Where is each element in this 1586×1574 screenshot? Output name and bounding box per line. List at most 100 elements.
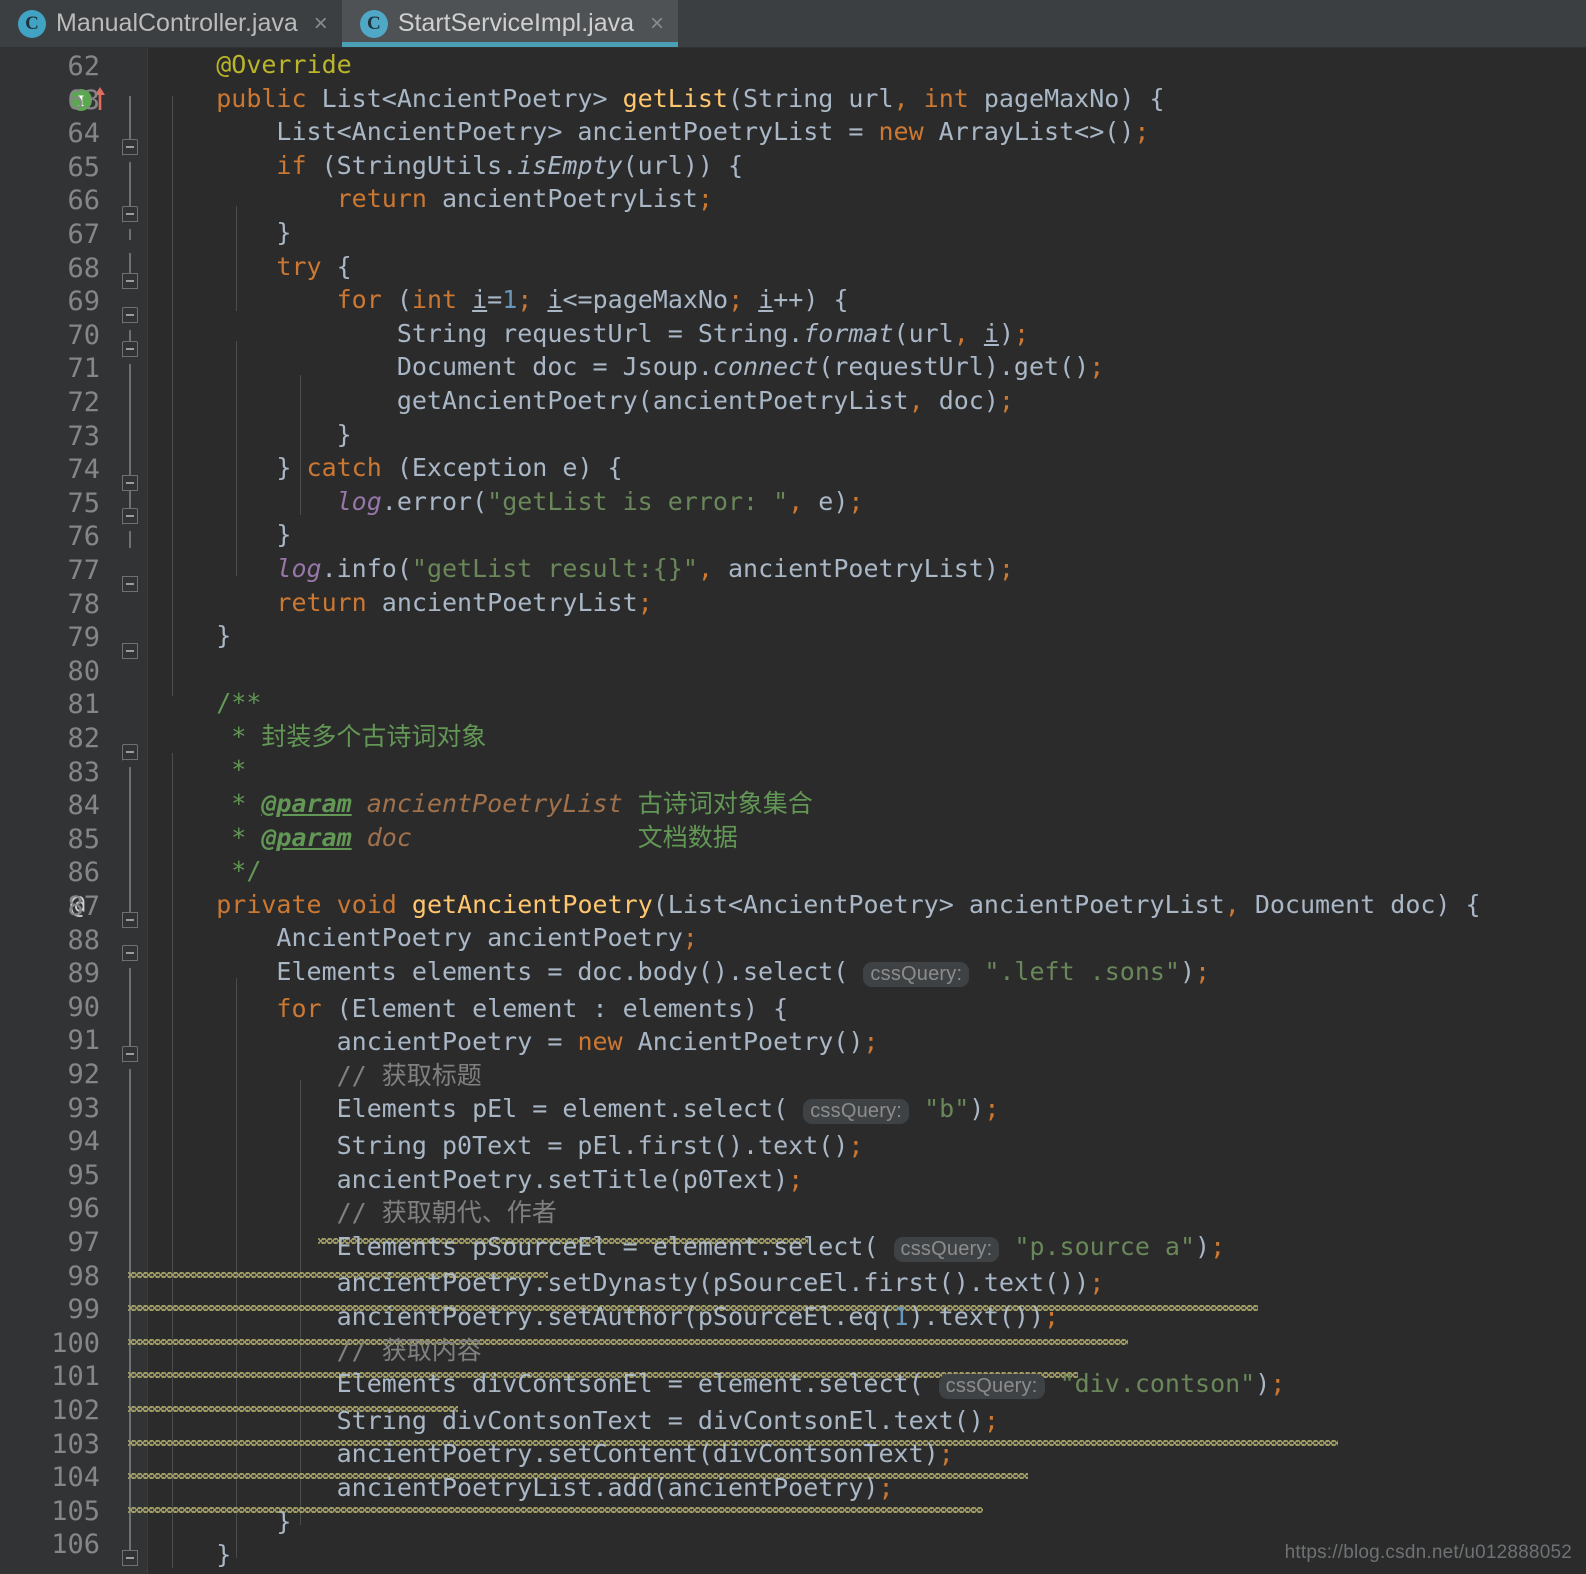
line-number: 77 <box>67 555 100 586</box>
code-line-92: // 获取标题 <box>336 1060 482 1090</box>
inlay-hint-cssquery: cssQuery: <box>863 962 970 988</box>
code-line-94: String p0Text = pEl.first().text(); <box>156 1131 864 1160</box>
code-line-77: log.info("getList result:{}", ancientPoe… <box>276 553 1014 583</box>
line-number: 96 <box>67 1193 100 1225</box>
line-number: 84 <box>67 790 100 822</box>
fold-toggle[interactable] <box>122 945 138 961</box>
code-line-100: // 获取内容 <box>336 1335 482 1365</box>
line-number: 99 <box>67 1294 100 1326</box>
line-number: 102 <box>51 1395 100 1426</box>
line-number: 101 <box>51 1361 100 1393</box>
line-number: 88 <box>67 924 100 956</box>
line-number: 64 <box>67 118 100 150</box>
code-line-84: * @param ancientPoetryList 古诗词对象集合 <box>231 789 813 819</box>
line-number: 87 <box>67 891 100 922</box>
close-icon[interactable]: × <box>650 11 664 36</box>
code-line-78: return ancientPoetryList; <box>276 587 653 617</box>
line-number: 98 <box>67 1260 100 1292</box>
line-number: 86 <box>67 857 100 889</box>
line-number: 100 <box>51 1327 100 1359</box>
code-line-74: } catch (Exception e) { <box>156 453 623 483</box>
fold-toggle[interactable] <box>122 643 138 659</box>
line-number: 74 <box>67 454 100 486</box>
fold-region-line <box>129 753 131 918</box>
code-line-102: String divContsonText = divContsonEl.tex… <box>156 1405 999 1435</box>
line-number: 89 <box>67 958 100 990</box>
line-number: 106 <box>51 1529 100 1561</box>
code-line-71: Document doc = Jsoup.connect(requestUrl)… <box>156 352 1105 382</box>
code-line-68: try { <box>276 251 352 281</box>
java-class-icon: C <box>359 9 388 38</box>
inlay-hint-cssquery: cssQuery: <box>938 1374 1045 1400</box>
line-number: 79 <box>67 622 100 654</box>
fold-toggle[interactable] <box>122 508 138 524</box>
code-line-85: * @param doc 文档数据 <box>231 822 738 852</box>
line-number: 72 <box>67 387 100 418</box>
code-line-98: ancientPoetry.setDynasty(pSourceEl.first… <box>156 1268 1105 1298</box>
code-line-99: ancientPoetry.setAuthor(pSourceEl.eq(1).… <box>156 1301 1060 1331</box>
code-line-83: * <box>231 755 247 785</box>
fold-toggle[interactable] <box>122 1046 138 1062</box>
fold-toggle[interactable] <box>122 307 138 323</box>
code-line-81: /** <box>216 688 262 718</box>
line-number: 93 <box>67 1092 100 1124</box>
active-tab-underline <box>341 42 679 47</box>
fold-region-line <box>129 308 131 483</box>
fold-toggle[interactable] <box>122 341 138 357</box>
source-code[interactable]: @Override public List<AncientPoetry> get… <box>148 48 1586 1572</box>
code-text-area[interactable]: @Override public List<AncientPoetry> get… <box>128 48 1586 1574</box>
fold-toggle[interactable] <box>122 576 138 592</box>
line-number: 104 <box>51 1462 100 1494</box>
code-editor[interactable]: I @ 62 63 64 65 66 67 68 69 70 71 72 73 … <box>0 48 1586 1574</box>
close-icon[interactable]: × <box>314 11 328 36</box>
fold-toggle[interactable] <box>122 1550 138 1566</box>
line-number: 80 <box>67 655 100 687</box>
fold-toggle[interactable] <box>122 475 138 491</box>
code-folding-column[interactable] <box>120 48 140 1574</box>
line-number: 105 <box>51 1495 100 1527</box>
code-line-65: if (StringUtils.isEmpty(url)) { <box>276 150 744 180</box>
tab-label: StartServiceImpl.java <box>397 9 635 37</box>
tab-bar-empty-space <box>678 0 1586 47</box>
code-line-64: List<AncientPoetry> ancientPoetryList = … <box>156 117 1150 147</box>
line-number: 83 <box>67 756 100 788</box>
code-line-69: for (int i=1; i<=pageMaxNo; i++) { <box>336 285 849 315</box>
code-line-105: } <box>276 1506 292 1536</box>
line-number: 62 <box>67 51 100 82</box>
editor-right-margin <box>1582 48 1586 1574</box>
line-number: 68 <box>67 252 100 284</box>
code-line-79: } <box>216 621 232 651</box>
code-line-73: } <box>336 419 352 449</box>
code-line-97: Elements pSourceEl = element.select( css… <box>156 1231 1226 1262</box>
editor-gutter[interactable]: I @ 62 63 64 65 66 67 68 69 70 71 72 73 … <box>0 48 148 1574</box>
line-number: 67 <box>67 219 100 250</box>
code-line-88: AncientPoetry ancientPoetry; <box>156 923 698 953</box>
line-number: 92 <box>67 1059 100 1090</box>
fold-toggle[interactable] <box>122 139 138 155</box>
watermark-text: https://blog.csdn.net/u012888052 <box>1284 1542 1572 1563</box>
fold-toggle[interactable] <box>122 912 138 928</box>
java-class-icon: C <box>18 9 46 38</box>
code-line-96: // 获取朝代、作者 <box>336 1198 557 1228</box>
code-line-93: Elements pEl = element.select( cssQuery:… <box>156 1094 1000 1125</box>
line-number: 76 <box>67 521 100 553</box>
inlay-hint-cssquery: cssQuery: <box>803 1099 910 1125</box>
editor-tab-bar: C ManualController.java × C StartService… <box>0 0 1586 48</box>
code-line-95: ancientPoetry.setTitle(p0Text); <box>156 1164 804 1194</box>
line-number: 95 <box>67 1159 100 1191</box>
code-line-90: for (Element element : elements) { <box>276 993 789 1023</box>
inlay-hint-cssquery: cssQuery: <box>893 1236 1000 1262</box>
line-number: 94 <box>67 1126 100 1158</box>
code-line-62: @Override <box>216 50 352 79</box>
tab-start-service-impl[interactable]: C StartServiceImpl.java × <box>341 0 679 47</box>
fold-toggle[interactable] <box>122 744 138 760</box>
code-line-104: ancientPoetryList.add(ancientPoetry); <box>156 1472 894 1502</box>
tab-manual-controller[interactable]: C ManualController.java × <box>0 0 342 47</box>
fold-toggle[interactable] <box>122 206 138 222</box>
code-line-76: } <box>276 520 292 550</box>
line-number: 81 <box>67 689 100 721</box>
code-line-87: private void getAncientPoetry(List<Ancie… <box>216 889 1481 919</box>
fold-toggle[interactable] <box>122 273 138 289</box>
code-line-66: return ancientPoetryList; <box>336 184 713 214</box>
line-number: 69 <box>67 286 100 318</box>
